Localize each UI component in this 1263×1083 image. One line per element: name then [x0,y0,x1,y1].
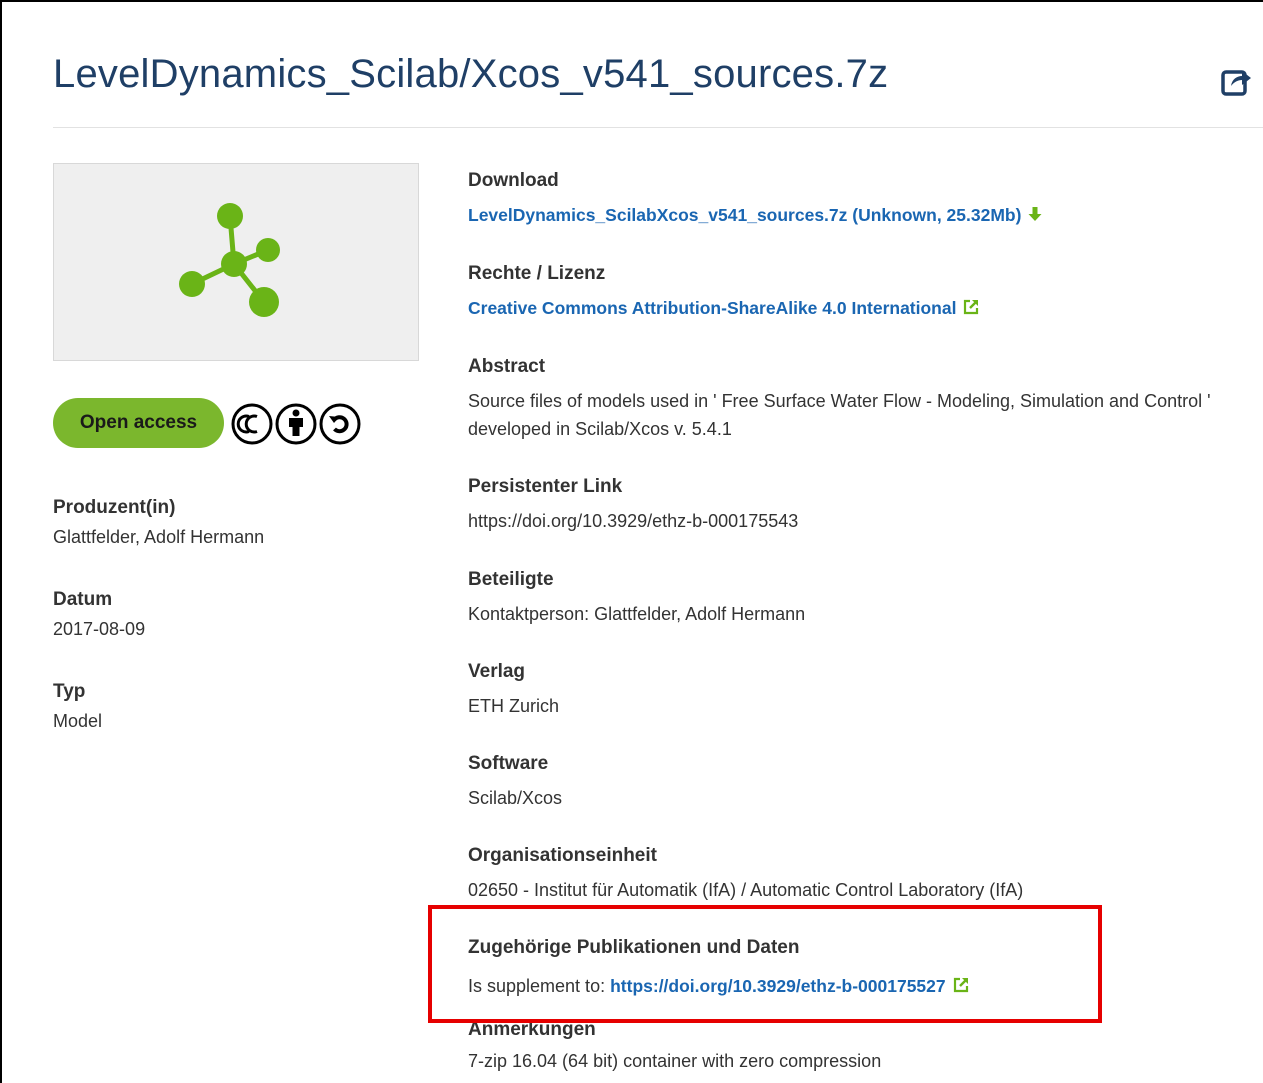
producer-value: Glattfelder, Adolf Hermann [53,527,265,547]
contributors-value: Kontaktperson: Glattfelder, Adolf Herman… [468,604,806,624]
notes-value: 7-zip 16.04 (64 bit) container with zero… [468,1051,882,1071]
software-label: Software [468,753,549,774]
share-icon[interactable] [1221,66,1253,98]
producer-field: Produzent(in) Glattfelder, Adolf Hermann [53,497,264,548]
type-field: Typ Model [53,681,102,732]
org-unit-section: Organisationseinheit 02650 - Institut fü… [468,845,1023,904]
publisher-section: Verlag ETH Zurich [468,661,559,720]
title-divider [53,127,1263,128]
org-unit-value: 02650 - Institut für Automatik (IfA) / A… [468,880,1024,900]
type-label: Typ [53,681,86,702]
persistent-link-label: Persistenter Link [468,476,623,497]
notes-section: Anmerkungen 7-zip 16.04 (64 bit) contain… [468,1019,881,1075]
org-unit-label: Organisationseinheit [468,845,657,866]
persistent-link-value: https://doi.org/10.3929/ethz-b-000175543 [468,511,799,531]
date-value: 2017-08-09 [53,619,146,639]
license-section: Rechte / Lizenz Creative Commons Attribu… [468,263,980,322]
publisher-value: ETH Zurich [468,696,560,716]
producer-label: Produzent(in) [53,497,176,518]
publisher-label: Verlag [468,661,526,682]
external-link-icon[interactable] [962,298,980,316]
dataset-molecule-icon [179,203,280,317]
download-arrow-icon[interactable] [1027,206,1043,222]
date-field: Datum 2017-08-09 [53,589,145,640]
abstract-label: Abstract [468,356,546,377]
type-value: Model [53,711,103,731]
download-link[interactable]: LevelDynamics_ScilabXcos_v541_sources.7z… [468,205,1021,225]
contributors-section: Beteiligte Kontaktperson: Glattfelder, A… [468,569,805,628]
dataset-thumbnail [53,163,419,361]
abstract-section: Abstract Source files of models used in … [468,356,1248,443]
software-section: Software Scilab/Xcos [468,753,562,812]
persistent-link-section: Persistenter Link https://doi.org/10.392… [468,476,798,535]
abstract-text: Source files of models used in ' Free Su… [468,391,1211,439]
license-link[interactable]: Creative Commons Attribution-ShareAlike … [468,298,956,318]
software-value: Scilab/Xcos [468,788,563,808]
date-label: Datum [53,589,113,610]
highlight-box [428,905,1102,1023]
download-section: Download LevelDynamics_ScilabXcos_v541_s… [468,170,1043,229]
cc-by-sa-icon [231,403,361,445]
license-label: Rechte / Lizenz [468,263,606,284]
open-access-badge: Open access [53,398,224,448]
page-title: LevelDynamics_Scilab/Xcos_v541_sources.7… [53,52,889,96]
contributors-label: Beteiligte [468,569,554,590]
download-label: Download [468,170,559,191]
